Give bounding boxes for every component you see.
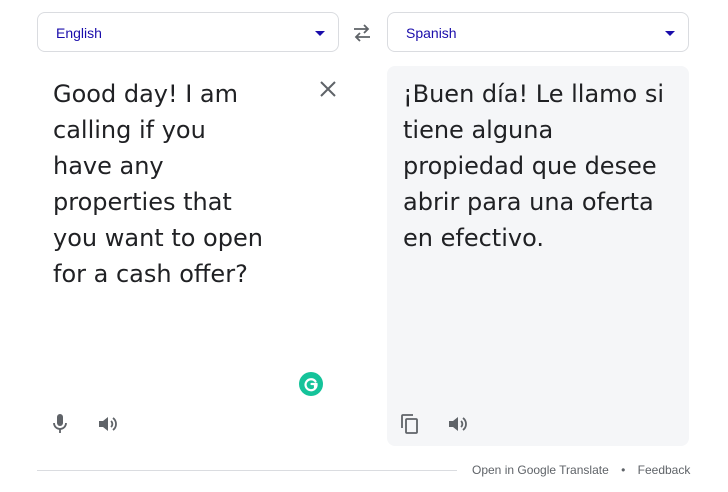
open-in-google-translate-link[interactable]: Open in Google Translate [472,463,609,477]
source-text-input[interactable]: Good day! I am calling if you have any p… [53,76,268,292]
target-language-select[interactable]: Spanish [387,12,689,52]
footer-links: Open in Google Translate • Feedback [472,462,690,478]
close-icon [320,81,336,97]
source-language-select[interactable]: English [37,12,339,52]
source-text-panel: Good day! I am calling if you have any p… [37,66,339,446]
speaker-icon [449,417,467,431]
swap-languages-button[interactable] [350,22,374,44]
source-language-label: English [56,25,102,41]
listen-translation-button[interactable] [446,412,470,436]
microphone-button[interactable] [48,412,72,436]
feedback-link[interactable]: Feedback [638,463,691,477]
listen-source-button[interactable] [96,412,120,436]
chevron-down-icon [665,31,675,36]
target-language-label: Spanish [406,25,457,41]
translate-widget: English Spanish Good day! I am calling i… [0,0,728,492]
speaker-icon [99,417,117,431]
swap-languages-icon [354,24,370,42]
footer-separator: • [621,463,626,477]
copy-translation-button[interactable] [398,412,422,436]
grammarly-icon[interactable] [299,372,323,396]
target-text-panel: ¡Buen día! Le llamo si tiene alguna prop… [387,66,689,446]
clear-text-button[interactable] [317,78,339,100]
footer-divider [37,470,457,471]
grammarly-g-glyph [304,378,318,392]
microphone-icon [53,414,67,433]
chevron-down-icon [315,31,325,36]
copy-icon [401,414,418,434]
translated-text: ¡Buen día! Le llamo si tiene alguna prop… [403,80,665,252]
